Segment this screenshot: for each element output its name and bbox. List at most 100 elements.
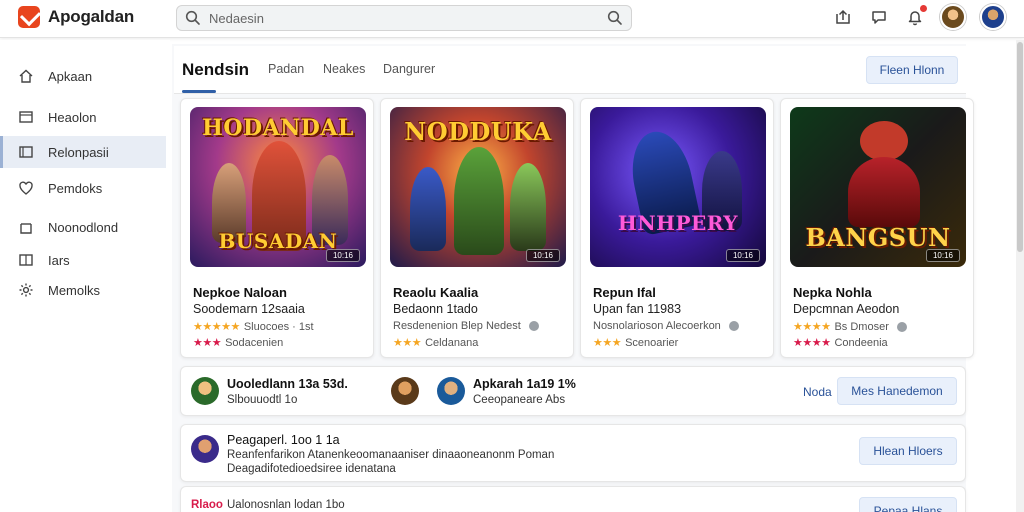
settings-icon: [18, 282, 34, 298]
rating-text: Resdenenion Blep Nedest: [393, 320, 521, 332]
post-line: Ualonosnlan lodan 1bo: [227, 499, 345, 511]
sidebar-item-downloads[interactable]: Noonodlond: [0, 211, 166, 243]
cover-title: HODANDAL: [202, 115, 354, 141]
search-bar[interactable]: [176, 5, 632, 31]
card-subtitle: Upan fan 11983: [593, 302, 682, 316]
app-name: Apogaldan: [48, 7, 135, 26]
fighter-figure: [410, 167, 446, 251]
row-link[interactable]: Noda: [803, 385, 832, 399]
sidebar-item-home[interactable]: Apkaan: [0, 60, 166, 92]
rating-stars: ★★★★: [793, 337, 831, 349]
sidebar-item-library[interactable]: Heaolon: [0, 101, 166, 133]
rating-text: Condeenia: [834, 336, 888, 349]
rating-text: Sodacenien: [225, 336, 284, 349]
card-rating: ★★★★★ Sluocoes · 1st: [193, 320, 314, 334]
user-meta: Slbouuodtl 1o: [227, 394, 298, 406]
user-avatar[interactable]: [191, 435, 219, 463]
feed-row: Peagaperl. 1oo 1 1a Reanfenfarikon Atane…: [180, 424, 966, 482]
rating-stars: ★★★: [593, 337, 622, 349]
rating-text: Scenoarier: [625, 336, 679, 349]
heart-icon: [18, 180, 34, 196]
tab-item[interactable]: Padan: [268, 62, 304, 76]
notification-bell-icon[interactable]: [904, 4, 928, 28]
cover-badge: 10:16: [925, 249, 960, 262]
card-rating: Resdenenion Blep Nedest: [393, 320, 539, 332]
game-card[interactable]: HODANDAL BUSADAN 10:16 Nepkoe Naloan Soo…: [180, 98, 374, 358]
row-action-button[interactable]: Hlean Hloers: [859, 437, 957, 465]
user-avatar[interactable]: [191, 377, 219, 405]
rating-stars: ★★★★★: [193, 321, 240, 333]
library-icon: [18, 109, 34, 125]
main-content: Nendsin Padan Neakes Dangurer Fleen Hlon…: [172, 44, 974, 512]
game-cover: HODANDAL BUSADAN 10:16: [190, 107, 366, 267]
tab-item[interactable]: Neakes: [323, 62, 365, 76]
feed-row: Uooledlann 13a 53d. Slbouuodtl 1o Apkara…: [180, 366, 966, 416]
game-cover: NODDUKA 10:16: [390, 107, 566, 267]
tab-item[interactable]: Dangurer: [383, 62, 435, 76]
card-title: Nepka Nohla: [793, 285, 872, 300]
notification-dot: [919, 4, 928, 13]
rating-text: Nosnolarioson Alecoerkon: [593, 320, 721, 332]
rating-text: Sluocoes · 1st: [243, 320, 314, 333]
card-rating-secondary: ★★★ Scenoarier: [593, 336, 679, 350]
sidebar-item-label: Apkaan: [48, 68, 93, 84]
card-subtitle: Soodemarn 12saaia: [193, 302, 305, 316]
card-subtitle: Depcmnan Aeodon: [793, 302, 900, 316]
card-title: Nepkoe Naloan: [193, 285, 287, 300]
sidebar-item-settings[interactable]: Memolks: [0, 274, 166, 306]
rating-stars: ★★★★: [793, 321, 831, 333]
fighter-figure: [510, 163, 546, 251]
sidebar-item-label: Pemdoks: [48, 180, 103, 196]
user-avatar[interactable]: [437, 377, 465, 405]
post-line: Reanfenfarikon Atanenkeoomanaaniser dina…: [227, 449, 555, 461]
user-meta: Ceeopaneare Abs: [473, 394, 566, 406]
sidebar-item-label: Relonpasii: [48, 144, 109, 160]
scroll-thumb[interactable]: [1017, 42, 1023, 252]
post-tag: Rlaoo: [191, 499, 223, 511]
upload-icon[interactable]: [832, 6, 854, 28]
info-icon[interactable]: [896, 321, 907, 332]
scrollbar[interactable]: [1016, 40, 1024, 512]
chat-icon[interactable]: [868, 6, 890, 28]
sidebar-item-tags[interactable]: Iars: [0, 244, 166, 276]
card-rating-secondary: ★★★ Sodacenien: [193, 336, 284, 350]
brand[interactable]: Apogaldan: [18, 6, 134, 28]
card-rating-secondary: ★★★★ Condeenia: [793, 336, 888, 350]
card-rating: ★★★★ Bs Dmoser: [793, 320, 907, 333]
cover-badge: 10:16: [325, 249, 360, 262]
rating-text: Bs Dmoser: [834, 320, 889, 333]
top-bar: Apogaldan: [0, 0, 1024, 38]
cover-title: BANGSUN: [805, 223, 951, 252]
account-avatar[interactable]: [980, 4, 1006, 30]
profile-avatar[interactable]: [940, 4, 966, 30]
user-name: Uooledlann 13a 53d.: [227, 377, 348, 391]
info-icon[interactable]: [728, 321, 739, 331]
search-submit-icon[interactable]: [607, 10, 623, 26]
hero-figure: [848, 157, 920, 227]
tabs-bar: Nendsin Padan Neakes Dangurer Fleen Hlon…: [174, 46, 966, 94]
row-action-button[interactable]: Pepaa Hlans: [859, 497, 957, 512]
tab-underline: [182, 90, 216, 93]
info-icon[interactable]: [528, 321, 539, 331]
app-logo-icon: [18, 6, 40, 28]
game-card[interactable]: NODDUKA 10:16 Reaolu Kaalia Bedaonn 1tad…: [380, 98, 574, 358]
tab-active[interactable]: Nendsin: [182, 60, 249, 80]
sidebar-item-recent[interactable]: Relonpasii: [0, 136, 166, 168]
rating-stars: ★★★: [393, 337, 422, 349]
cover-title: HNHPERY: [617, 211, 739, 235]
sidebar-item-label: Heaolon: [48, 109, 97, 125]
row-action-button[interactable]: Mes Hanedemon: [837, 377, 957, 405]
game-card[interactable]: BANGSUN 10:16 Nepka Nohla Depcmnan Aeodo…: [780, 98, 974, 358]
user-avatar[interactable]: [391, 377, 419, 405]
feed-row: Rlaoo Ualonosnlan lodan 1bo Pepaa Hlans: [180, 486, 966, 512]
card-subtitle: Bedaonn 1tado: [393, 302, 478, 316]
cover-badge: 10:16: [525, 249, 560, 262]
game-card[interactable]: HNHPERY 10:16 Repun Ifal Upan fan 11983 …: [580, 98, 774, 358]
sidebar-item-label: Iars: [48, 252, 70, 268]
download-icon: [18, 219, 34, 235]
hero-figure: [454, 147, 504, 255]
card-title: Repun Ifal: [593, 285, 656, 300]
search-input[interactable]: [201, 10, 607, 26]
tabs-action-button[interactable]: Fleen Hlonn: [866, 56, 958, 84]
sidebar-item-favorites[interactable]: Pemdoks: [0, 172, 166, 204]
